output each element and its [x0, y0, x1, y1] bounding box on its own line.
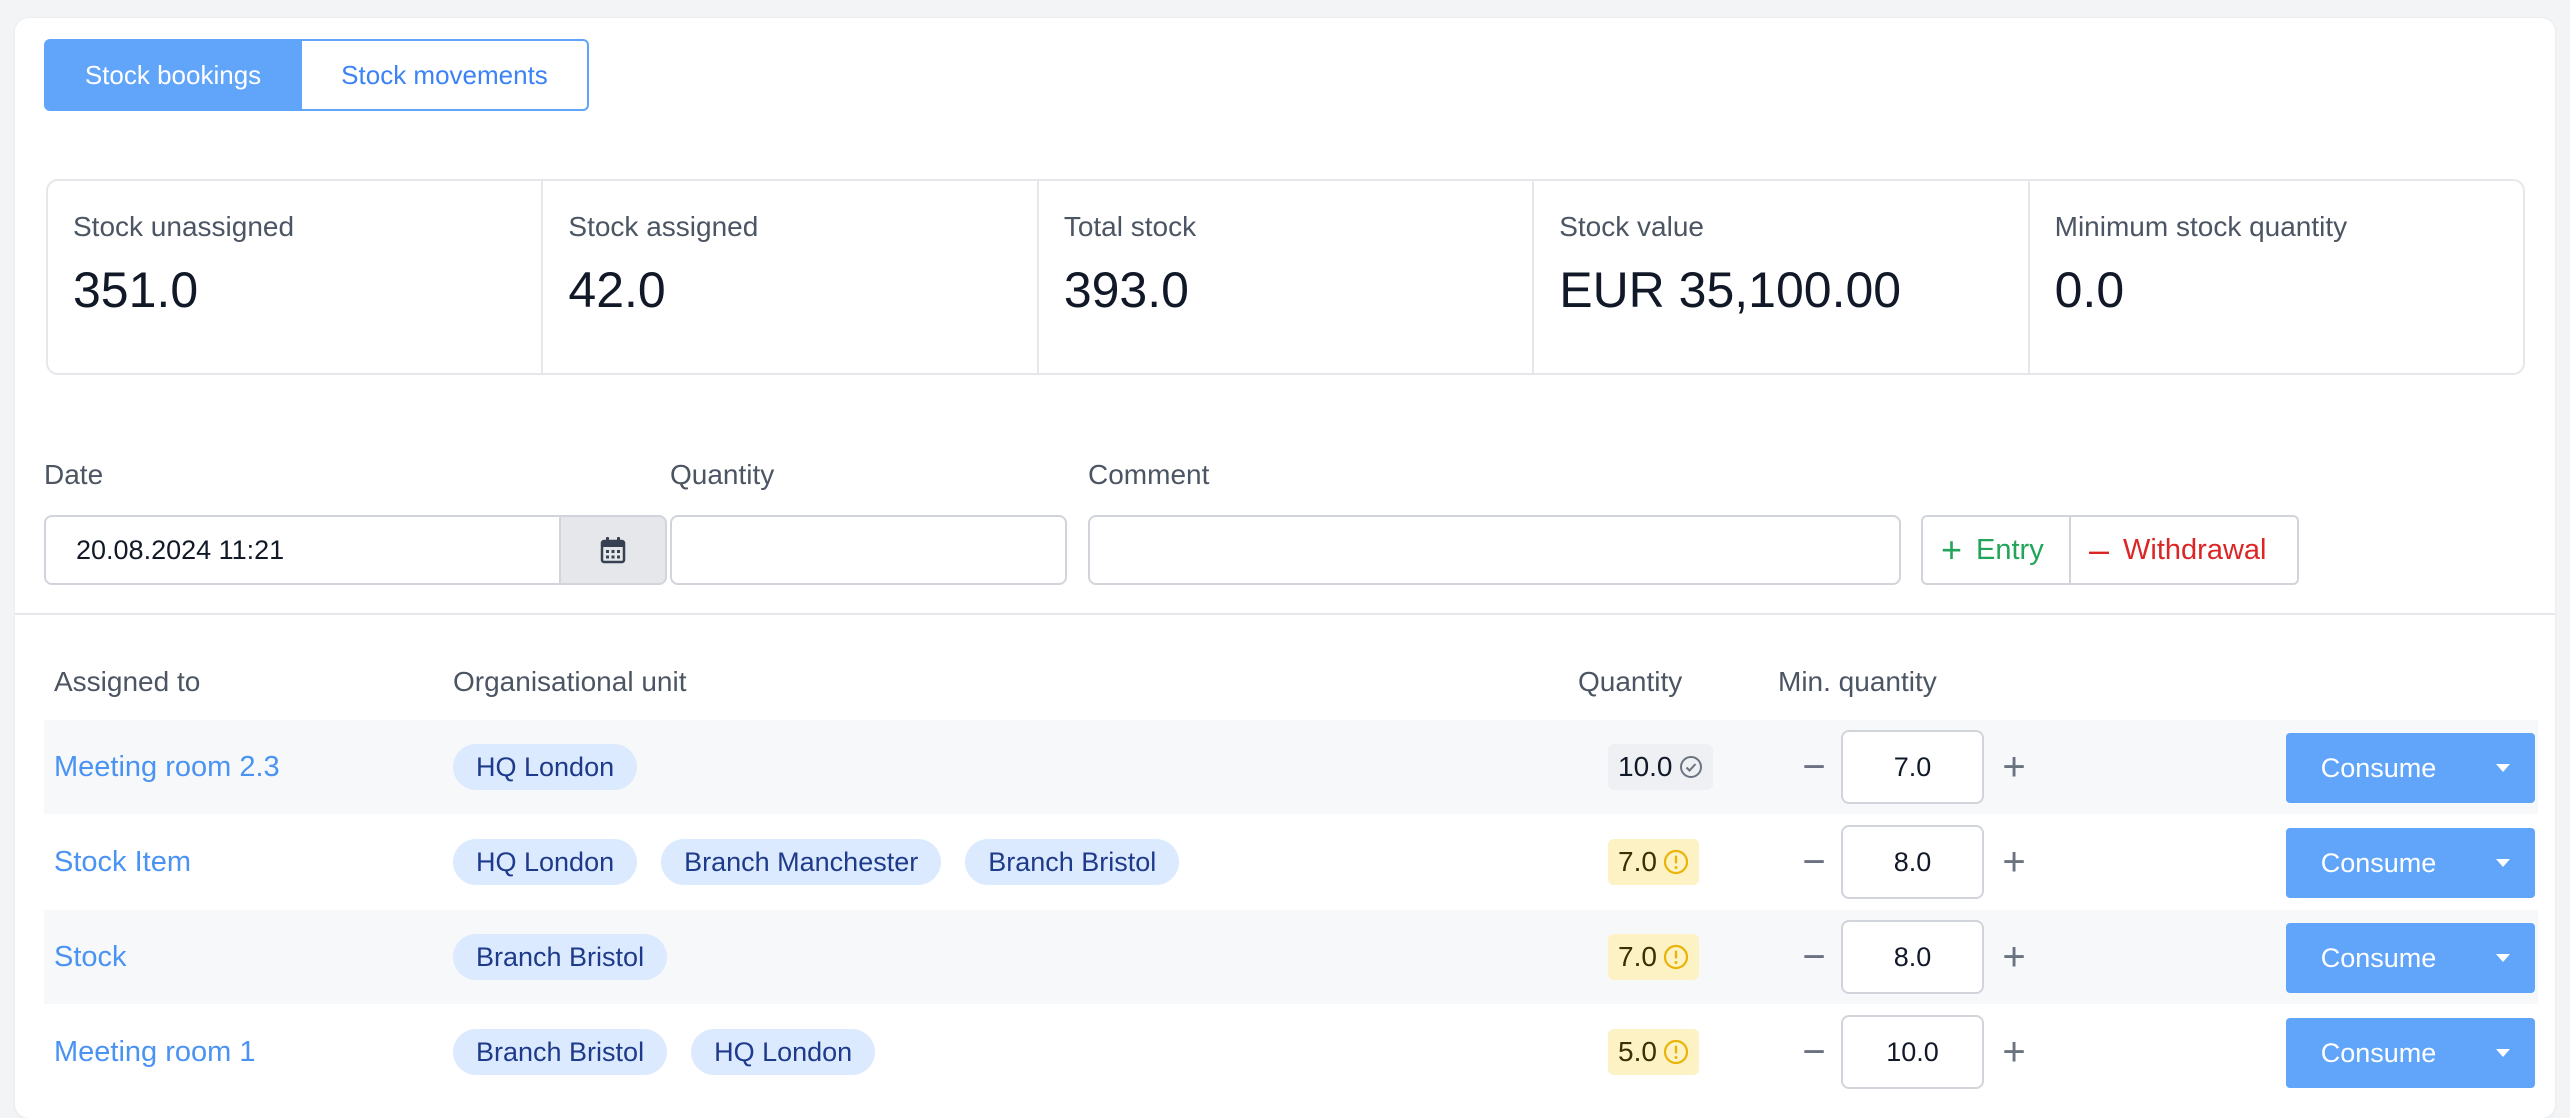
- table-row: Stock Item HQ London Branch Manchester B…: [44, 815, 2538, 909]
- stat-minimum-stock-quantity: Minimum stock quantity 0.0: [2030, 181, 2523, 373]
- calendar-icon: [600, 537, 626, 564]
- consume-button-group: Consume: [2286, 923, 2535, 993]
- quantity-value: 7.0: [1618, 941, 1657, 972]
- warning-circle-icon: [1663, 849, 1689, 875]
- caret-down-icon: [2496, 859, 2510, 867]
- stat-label: Stock unassigned: [73, 211, 295, 242]
- org-unit-list: HQ London: [453, 720, 638, 814]
- date-input[interactable]: 20.08.2024 11:21: [44, 515, 608, 585]
- table-row: Stock Branch Bristol 7.0 − 8.0 + Consume: [44, 910, 2538, 1004]
- booking-buttons: + Entry – Withdrawal: [1921, 515, 2299, 585]
- min-quantity-input[interactable]: 8.0: [1841, 825, 1984, 899]
- quantity-input[interactable]: [670, 515, 1067, 585]
- divider: [15, 613, 2555, 615]
- consume-button-group: Consume: [2286, 733, 2535, 803]
- org-unit-chip: Branch Bristol: [453, 1029, 668, 1075]
- withdrawal-label: Withdrawal: [2123, 533, 2267, 566]
- min-quantity-input[interactable]: 7.0: [1841, 730, 1984, 804]
- stat-value: 0.0: [2054, 262, 2125, 318]
- org-unit-list: HQ London Branch Manchester Branch Brist…: [453, 815, 1180, 909]
- org-unit-list: Branch Bristol HQ London: [453, 1005, 876, 1099]
- comment-label: Comment: [1088, 459, 1210, 490]
- stat-label: Minimum stock quantity: [2054, 211, 2348, 242]
- org-unit-chip: Branch Manchester: [661, 839, 942, 885]
- decrease-min-quantity-button[interactable]: −: [1794, 1005, 1834, 1099]
- decrease-min-quantity-button[interactable]: −: [1794, 910, 1834, 1004]
- column-header-org-unit: Organisational unit: [453, 666, 687, 697]
- min-quantity-input[interactable]: 8.0: [1841, 920, 1984, 994]
- caret-down-icon: [2496, 764, 2510, 772]
- increase-min-quantity-button[interactable]: +: [1994, 910, 2034, 1004]
- warning-circle-icon: [1663, 944, 1689, 970]
- column-header-assigned-to: Assigned to: [54, 666, 201, 697]
- stock-panel: Stock bookings Stock movements Stock una…: [15, 18, 2555, 1118]
- stock-summary: Stock unassigned 351.0 Stock assigned 42…: [46, 179, 2525, 375]
- increase-min-quantity-button[interactable]: +: [1994, 720, 2034, 814]
- assigned-to-link[interactable]: Stock Item: [54, 815, 191, 909]
- assigned-to-link[interactable]: Meeting room 1: [54, 1005, 256, 1099]
- stat-value: 393.0: [1063, 262, 1189, 318]
- increase-min-quantity-button[interactable]: +: [1994, 1005, 2034, 1099]
- plus-icon: +: [1941, 529, 1963, 570]
- table-row: Meeting room 2.3 HQ London 10.0 − 7.0 + …: [44, 720, 2538, 814]
- caret-down-icon: [2496, 954, 2510, 962]
- stat-label: Stock assigned: [568, 211, 759, 242]
- org-unit-chip: Branch Bristol: [453, 934, 668, 980]
- entry-label: Entry: [1976, 533, 2044, 566]
- table-row: Meeting room 1 Branch Bristol HQ London …: [44, 1005, 2538, 1099]
- quantity-value: 10.0: [1618, 751, 1673, 782]
- consume-dropdown-toggle[interactable]: [2471, 733, 2535, 803]
- org-unit-chip: HQ London: [691, 1029, 876, 1075]
- tab-stock-bookings[interactable]: Stock bookings: [44, 39, 302, 111]
- decrease-min-quantity-button[interactable]: −: [1794, 815, 1834, 909]
- decrease-min-quantity-button[interactable]: −: [1794, 720, 1834, 814]
- consume-dropdown-toggle[interactable]: [2471, 923, 2535, 993]
- consume-dropdown-toggle[interactable]: [2471, 1018, 2535, 1088]
- quantity-value: 7.0: [1618, 846, 1657, 877]
- consume-button-group: Consume: [2286, 828, 2535, 898]
- stat-label: Stock value: [1559, 211, 1704, 242]
- comment-input[interactable]: [1088, 515, 1901, 585]
- tab-stock-movements[interactable]: Stock movements: [302, 39, 589, 111]
- stat-stock-value: Stock value EUR 35,100.00: [1534, 181, 2030, 373]
- quantity-label: Quantity: [670, 459, 775, 490]
- consume-button[interactable]: Consume: [2286, 828, 2471, 898]
- consume-button[interactable]: Consume: [2286, 1018, 2471, 1088]
- assigned-to-link[interactable]: Meeting room 2.3: [54, 720, 280, 814]
- quantity-value: 5.0: [1618, 1036, 1657, 1067]
- stat-stock-assigned: Stock assigned 42.0: [543, 181, 1039, 373]
- date-label: Date: [44, 459, 104, 490]
- stat-value: 42.0: [568, 262, 666, 318]
- quantity-badge: 7.0: [1608, 934, 1699, 980]
- quantity-badge: 7.0: [1608, 839, 1699, 885]
- check-circle-icon: [1679, 756, 1702, 778]
- column-header-min-quantity: Min. quantity: [1778, 666, 1937, 697]
- consume-dropdown-toggle[interactable]: [2471, 828, 2535, 898]
- minus-icon: –: [2089, 529, 2110, 570]
- entry-button[interactable]: + Entry: [1921, 515, 2071, 585]
- org-unit-chip: HQ London: [453, 839, 638, 885]
- stat-value: EUR 35,100.00: [1559, 262, 1902, 318]
- consume-button-group: Consume: [2286, 1018, 2535, 1088]
- min-quantity-input[interactable]: 10.0: [1841, 1015, 1984, 1089]
- org-unit-chip: HQ London: [453, 744, 638, 790]
- caret-down-icon: [2496, 1049, 2510, 1057]
- stat-value: 351.0: [73, 262, 199, 318]
- increase-min-quantity-button[interactable]: +: [1994, 815, 2034, 909]
- assigned-to-link[interactable]: Stock: [54, 910, 127, 1004]
- tab-bar: Stock bookings Stock movements: [44, 39, 589, 111]
- org-unit-list: Branch Bristol: [453, 910, 668, 1004]
- calendar-button[interactable]: [559, 515, 667, 585]
- quantity-badge: 10.0: [1608, 744, 1713, 790]
- warning-circle-icon: [1663, 1039, 1689, 1065]
- stat-label: Total stock: [1063, 211, 1197, 242]
- column-header-quantity: Quantity: [1578, 666, 1683, 697]
- consume-button[interactable]: Consume: [2286, 923, 2471, 993]
- withdrawal-button[interactable]: – Withdrawal: [2071, 515, 2299, 585]
- stat-stock-unassigned: Stock unassigned 351.0: [48, 181, 544, 373]
- consume-button[interactable]: Consume: [2286, 733, 2471, 803]
- org-unit-chip: Branch Bristol: [965, 839, 1180, 885]
- stat-total-stock: Total stock 393.0: [1039, 181, 1535, 373]
- quantity-badge: 5.0: [1608, 1029, 1699, 1075]
